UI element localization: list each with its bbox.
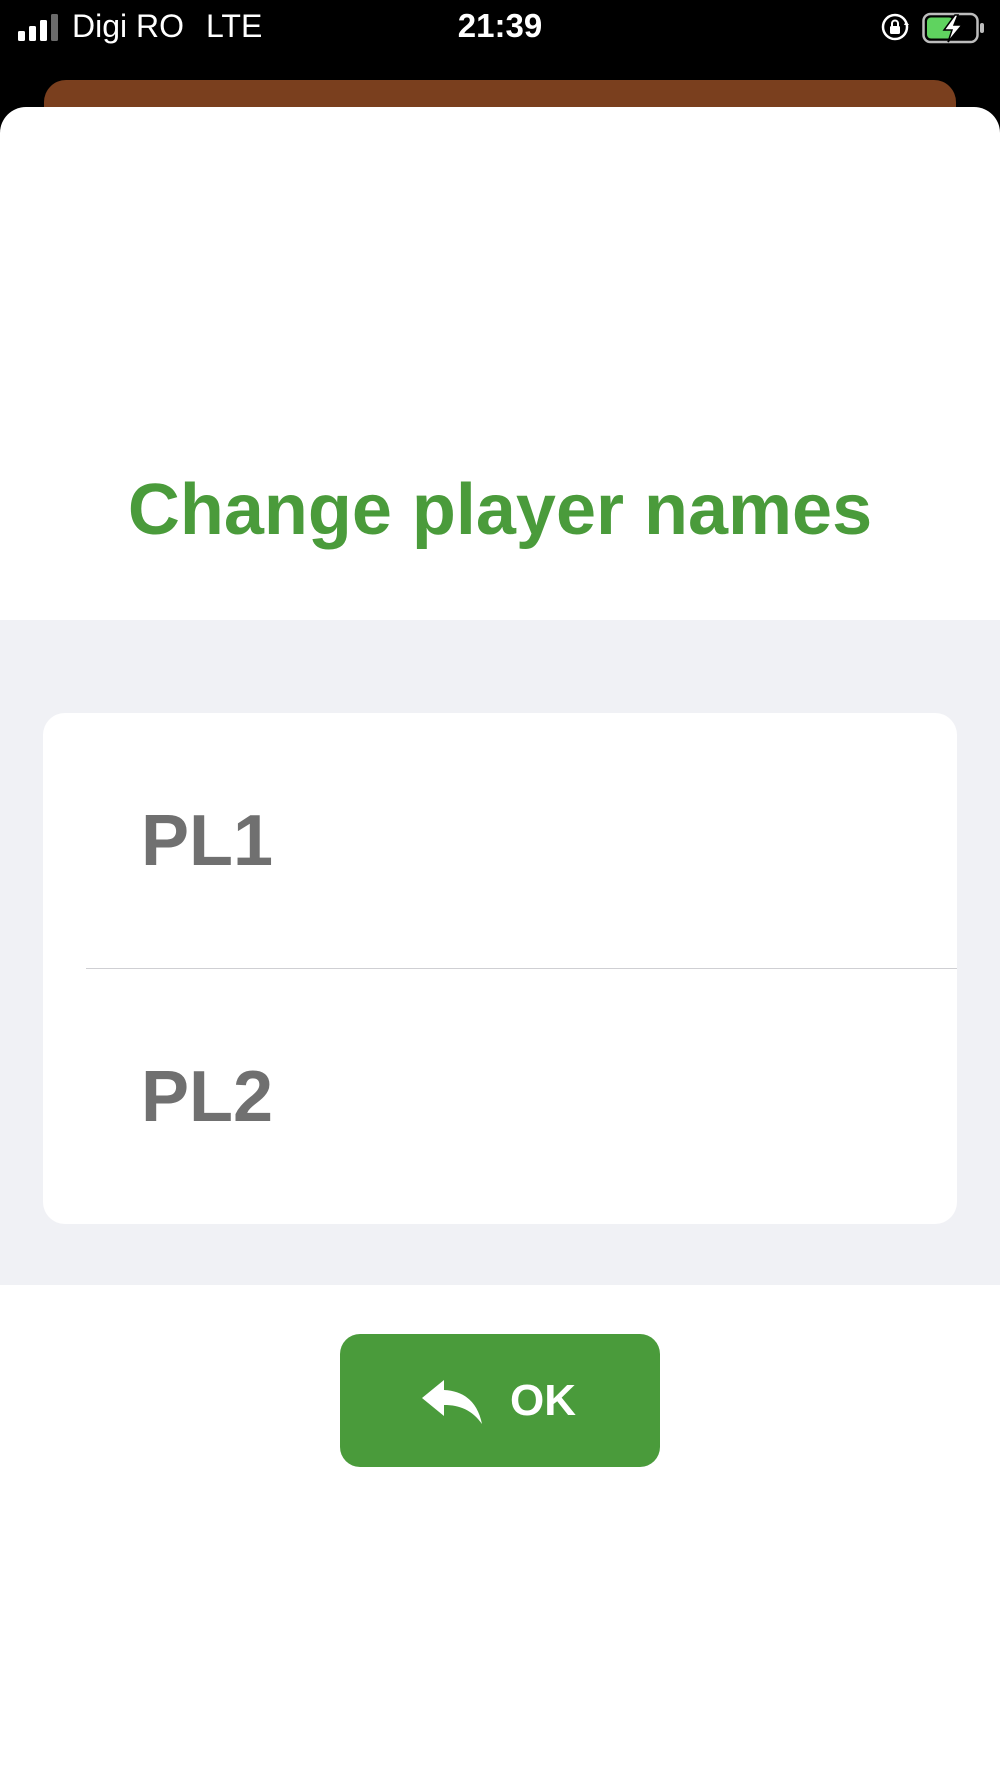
player-two-name-input[interactable]	[141, 969, 921, 1224]
status-time: 21:39	[457, 7, 543, 44]
screen: Digi RO LTE 21:39 Change player names PL…	[0, 0, 1000, 1778]
player-one-row	[43, 713, 957, 968]
player-two-row	[43, 969, 957, 1224]
form-section	[0, 620, 1000, 1285]
reply-arrow-icon	[422, 1380, 482, 1424]
ok-button[interactable]: OK	[340, 1334, 660, 1467]
dialog-title: Change player names	[127, 470, 873, 550]
battery-charging-icon	[922, 12, 984, 44]
orientation-lock-icon	[881, 13, 909, 41]
player-one-name-input[interactable]	[141, 713, 921, 968]
player-names-card	[43, 713, 957, 1224]
player-names-sheet: Change player names OK	[0, 107, 1000, 1778]
ok-button-label: OK	[510, 1376, 576, 1425]
status-bar: Digi RO LTE 21:39	[0, 0, 1000, 80]
